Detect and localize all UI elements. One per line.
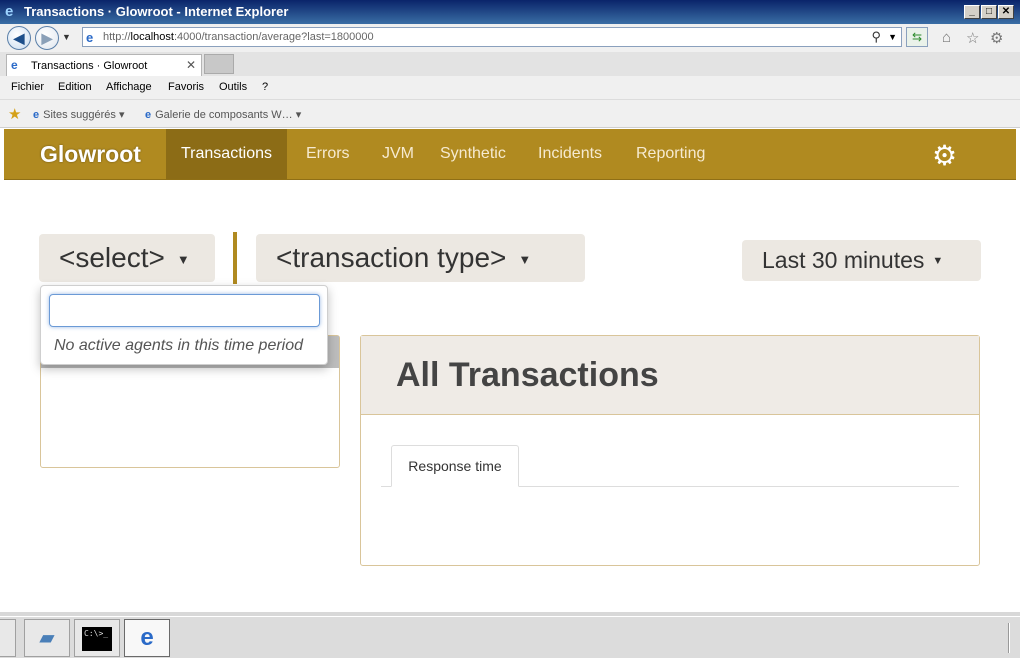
nav-synthetic[interactable]: Synthetic [425, 129, 521, 179]
folder-icon: ▰ [39, 627, 55, 649]
back-button[interactable]: ◀ [7, 26, 31, 50]
menu-affichage[interactable]: Affichage [106, 81, 152, 93]
nav-errors[interactable]: Errors [291, 129, 365, 179]
time-range-label: Last 30 minutes [762, 247, 925, 273]
refresh-button[interactable]: ⇆ [906, 27, 928, 47]
address-bar-row: ◀ ▶ ▼ e http://localhost:4000/transactio… [0, 24, 1020, 52]
time-range-button[interactable]: Last 30 minutes ▼ [742, 240, 981, 281]
tab-close-icon[interactable]: ✕ [186, 58, 196, 72]
page-icon: e [86, 30, 94, 45]
transaction-type-label: <transaction type> [276, 242, 507, 273]
settings-gears-icon[interactable]: ⚙ [932, 139, 957, 172]
all-transactions-header: All Transactions [361, 336, 979, 415]
forward-button[interactable]: ▶ [35, 26, 59, 50]
menu-fichier[interactable]: Fichier [11, 81, 44, 93]
tab-page-icon: e [11, 58, 18, 72]
no-agents-message: No active agents in this time period [54, 337, 304, 354]
all-transactions-panel: All Transactions Response time [360, 335, 980, 566]
agent-select-button[interactable]: <select> ▼ [39, 234, 215, 282]
taskbar-separator [1008, 623, 1010, 653]
fav-web-slice-gallery[interactable]: e Galerie de composants W… ▾ [145, 108, 301, 121]
cmd-icon: C:\>_ [82, 626, 112, 651]
address-input[interactable]: e http://localhost:4000/transaction/aver… [82, 27, 902, 47]
nav-reporting[interactable]: Reporting [621, 129, 720, 179]
menu-bar: Fichier Edition Affichage Favoris Outils… [0, 76, 1020, 100]
selector-divider [233, 232, 237, 284]
nav-incidents[interactable]: Incidents [523, 129, 617, 179]
tools-gear-icon[interactable]: ⚙ [990, 29, 1003, 47]
minimize-button[interactable]: _ [964, 5, 980, 19]
new-tab-button[interactable] [204, 54, 234, 74]
favorites-bar: ★ e Sites suggérés ▾ e Galerie de composan… [0, 100, 1020, 128]
menu-favoris[interactable]: Favoris [168, 81, 204, 93]
tab-row: e Transactions · Glowroot ✕ [0, 52, 1020, 76]
glowroot-logo[interactable]: Glowroot [40, 141, 141, 168]
address-dropdown-icon[interactable]: ▼ [888, 32, 897, 42]
address-url: http://localhost:4000/transaction/averag… [103, 31, 374, 43]
menu-outils[interactable]: Outils [219, 81, 247, 93]
transaction-type-button[interactable]: <transaction type> ▼ [256, 234, 585, 282]
ie-icon: e [140, 624, 154, 651]
nav-jvm[interactable]: JVM [367, 129, 429, 179]
agent-select-label: <select> [59, 242, 165, 273]
history-dropdown-icon[interactable]: ▼ [62, 32, 71, 42]
window-titlebar: e Transactions · Glowroot - Internet Exp… [0, 0, 1020, 24]
caret-down-icon: ▼ [518, 251, 532, 267]
notepad-icon: ✎ [0, 627, 1, 649]
taskbar-explorer[interactable]: ▰ [24, 619, 70, 657]
fav-suggested-sites[interactable]: e Sites suggérés ▾ [33, 108, 124, 121]
page-title: All Transactions [396, 356, 659, 394]
fav-page-icon: e [33, 109, 40, 121]
search-icon[interactable]: ⚲ [871, 29, 881, 45]
fav-page-icon: e [145, 109, 152, 121]
menu-help[interactable]: ? [262, 81, 268, 93]
browser-tab[interactable]: e Transactions · Glowroot ✕ [6, 54, 202, 76]
tab-label: Transactions · Glowroot [31, 60, 148, 72]
tab-response-time[interactable]: Response time [391, 445, 519, 487]
agent-filter-input[interactable] [49, 294, 320, 327]
ie-icon: e [5, 3, 14, 20]
taskbar-notepad[interactable]: ✎ [0, 619, 16, 657]
favorites-icon[interactable]: ★ [8, 105, 21, 123]
window-title: Transactions · Glowroot - Internet Explo… [24, 4, 289, 19]
maximize-button[interactable]: □ [981, 5, 997, 19]
favorites-star-icon[interactable]: ☆ [966, 29, 979, 47]
taskbar-cmd[interactable]: C:\>_ [74, 619, 120, 657]
glowroot-navbar: Glowroot Transactions Errors JVM Synthet… [4, 129, 1016, 180]
taskbar: ✎ ▰ C:\>_ e [0, 616, 1020, 658]
home-icon[interactable]: ⌂ [942, 29, 951, 46]
agent-dropdown-popup: No active agents in this time period [40, 285, 328, 365]
nav-transactions[interactable]: Transactions [166, 129, 287, 179]
caret-down-icon: ▼ [176, 251, 190, 267]
taskbar-internet-explorer[interactable]: e [124, 619, 170, 657]
caret-down-icon: ▼ [932, 255, 944, 268]
menu-edition[interactable]: Edition [58, 81, 92, 93]
close-window-button[interactable]: ✕ [998, 5, 1014, 19]
